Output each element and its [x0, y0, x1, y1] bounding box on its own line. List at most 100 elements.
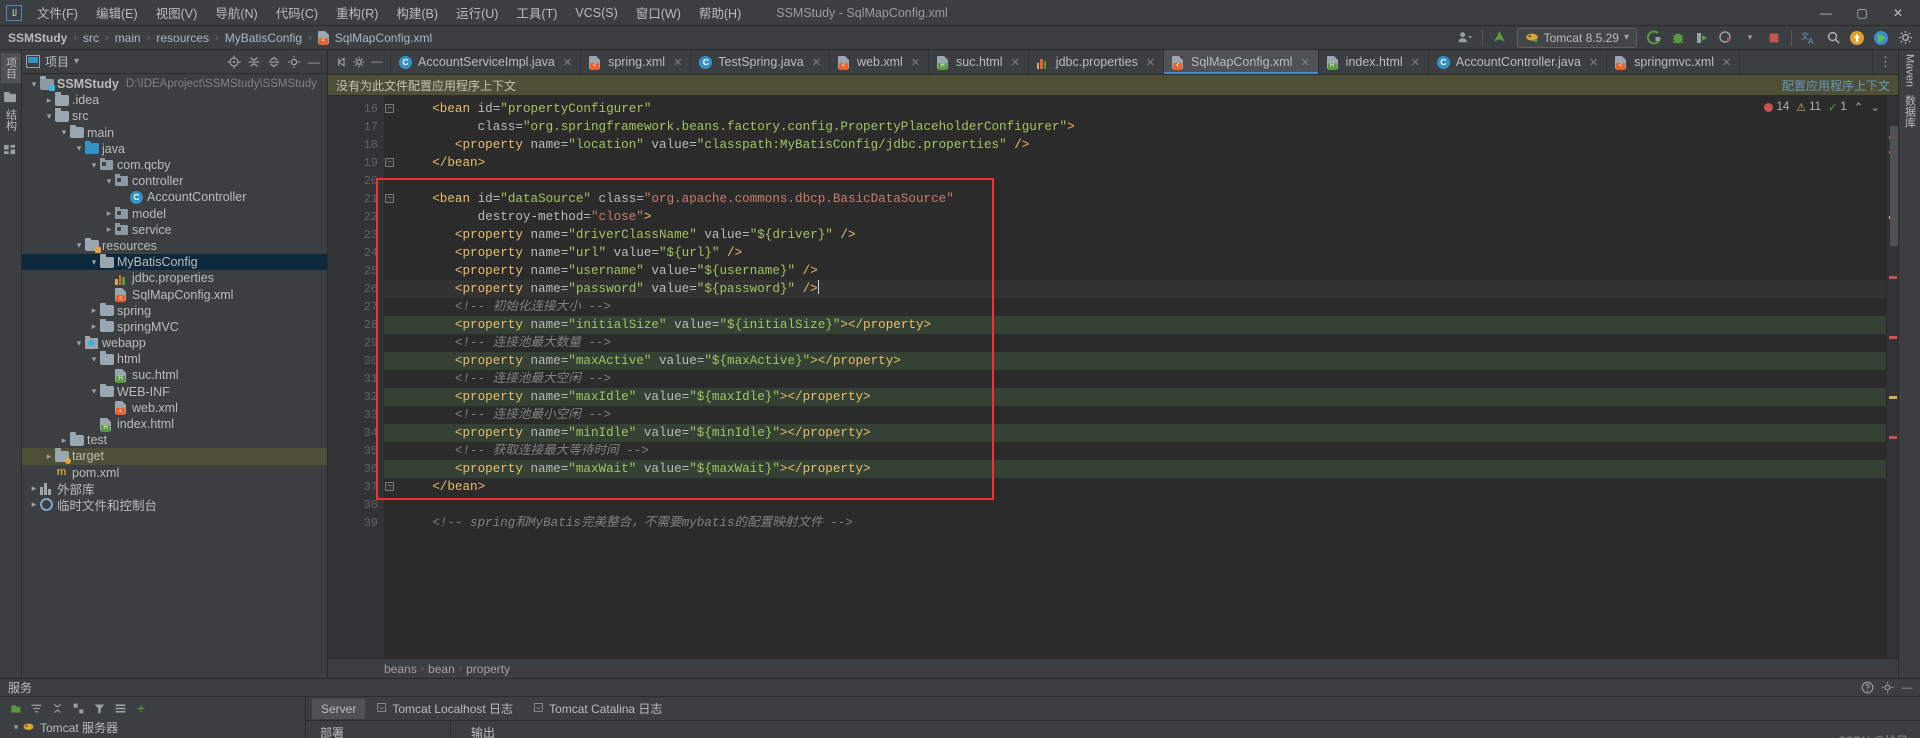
error-count[interactable]: 14 — [1764, 101, 1789, 113]
chevron-down-icon[interactable]: ▾ — [73, 143, 85, 154]
tree-node-index-html[interactable]: Hindex.html — [22, 416, 327, 432]
tree-node-spring[interactable]: ▸ spring — [22, 302, 327, 319]
chevron-down-icon[interactable]: ▾ — [103, 176, 115, 187]
tree-node-pom-xml[interactable]: m pom.xml — [22, 465, 327, 481]
hide-icon[interactable]: — — [305, 53, 323, 71]
tree-node--idea[interactable]: ▸ .idea — [22, 92, 327, 108]
menu-file[interactable]: 文件(F) — [28, 0, 87, 25]
tree-node-service[interactable]: ▸ service — [22, 222, 327, 238]
chevron-right-icon[interactable]: ▸ — [28, 483, 40, 494]
code-line[interactable]: <property name="maxActive" value="${maxA… — [384, 352, 1886, 370]
menu-tools[interactable]: 工具(T) — [507, 0, 566, 25]
translate-icon[interactable]: 文A — [1798, 27, 1820, 49]
tree-node-web-xml[interactable]: < web.xml — [22, 400, 327, 416]
settings-icon[interactable] — [351, 54, 367, 70]
error-marker[interactable] — [1889, 436, 1897, 439]
chevron-down-icon[interactable]: ▾ — [43, 111, 55, 122]
tree-node-web-inf[interactable]: ▾ WEB-INF — [22, 383, 327, 400]
locate-icon[interactable] — [225, 53, 243, 71]
chevron-right-icon[interactable]: ▸ — [88, 305, 100, 316]
error-marker[interactable] — [1889, 336, 1897, 339]
tree-node-model[interactable]: ▸ model — [22, 206, 327, 222]
code-line[interactable]: </bean> — [384, 478, 1886, 496]
editor-tab-index-html[interactable]: Hindex.html ✕ — [1319, 50, 1429, 74]
chevron-right-icon[interactable]: ▸ — [28, 499, 40, 510]
error-marker[interactable] — [1889, 276, 1897, 279]
tree-node-webapp[interactable]: ▾ webapp — [22, 335, 327, 351]
chevron-right-icon[interactable]: ▸ — [103, 208, 115, 219]
code-line[interactable]: <property name="maxIdle" value="${maxIdl… — [384, 388, 1886, 406]
tree-node-html[interactable]: ▾ html — [22, 351, 327, 367]
warning-marker[interactable] — [1889, 396, 1897, 399]
code-editor[interactable]: 16− 17 18 19− 20 21− 22 23 24 25 26 27 28 29 30 31 32 33 3… — [328, 96, 1898, 658]
menu-code[interactable]: 代码(C) — [267, 0, 327, 25]
code-line[interactable]: <!-- 连接池最大数量 --> — [384, 334, 1886, 352]
code-line[interactable]: <!-- 获取连接最大等待时间 --> — [384, 442, 1886, 460]
editor-tabs[interactable]: C AccountServiceImpl.java ✕ < spring.xml ✕ C Te… — [391, 50, 1872, 74]
collapse-icon[interactable] — [71, 701, 85, 715]
browser-icon[interactable] — [1870, 27, 1892, 49]
collapse-all-icon[interactable] — [265, 53, 283, 71]
menu-run[interactable]: 运行(U) — [447, 0, 507, 25]
code-line[interactable]: <bean id="dataSource" class="org.apache.… — [384, 190, 1886, 208]
tree-node-src[interactable]: ▾ src — [22, 108, 327, 124]
code-line[interactable]: <!-- 连接池最小空闲 --> — [384, 406, 1886, 424]
editor-tab-accountserviceimpl-java[interactable]: C AccountServiceImpl.java ✕ — [391, 50, 582, 74]
menu-help[interactable]: 帮助(H) — [690, 0, 750, 25]
editor-tab-jdbc-properties[interactable]: jdbc.properties ✕ — [1029, 50, 1165, 74]
deploy-icon[interactable] — [1846, 27, 1868, 49]
close-icon[interactable]: ✕ — [563, 56, 572, 69]
breadcrumb-item-project[interactable]: SSMStudy — [4, 30, 71, 46]
menu-build[interactable]: 构建(B) — [387, 0, 447, 25]
close-icon[interactable]: ✕ — [1146, 56, 1155, 69]
code-line[interactable]: <property name="url" value="${url}" /> — [384, 244, 1886, 262]
menu-refactor[interactable]: 重构(R) — [327, 0, 387, 25]
close-icon[interactable]: ✕ — [812, 56, 821, 69]
tree-node-sqlmapconfig-xml[interactable]: < SqlMapConfig.xml — [22, 286, 327, 303]
back-icon[interactable] — [333, 54, 349, 70]
code-line[interactable]: <!-- spring和MyBatis完美整合，不需要mybatis的配置映射文… — [384, 514, 1886, 532]
tree-node-jdbc-properties[interactable]: jdbc.properties — [22, 270, 327, 286]
editor-tab-testspring-java[interactable]: C TestSpring.java ✕ — [691, 50, 830, 74]
expand-icon[interactable] — [50, 701, 64, 715]
editor-breadcrumb-beans[interactable]: beans — [384, 662, 417, 676]
chevron-down-icon[interactable]: ▾ — [88, 160, 100, 171]
settings-icon[interactable] — [285, 53, 303, 71]
tool-window-project[interactable]: 项目 — [0, 53, 21, 83]
chevron-down-icon[interactable]: ▾ — [28, 79, 40, 90]
inspection-widget[interactable]: 14 ⚠ 11 ✓ 1 ⌃ ⌄ — [1764, 100, 1880, 114]
editor-scrollbar-thumb[interactable] — [1890, 126, 1898, 246]
code-line[interactable] — [384, 496, 1886, 514]
editor-tab-accountcontroller-java[interactable]: C AccountController.java ✕ — [1429, 50, 1608, 74]
chevron-right-icon[interactable]: ▸ — [88, 321, 100, 332]
build-icon[interactable] — [4, 142, 17, 155]
editor-tab-suc-html[interactable]: Hsuc.html ✕ — [929, 50, 1029, 74]
run-configuration-selector[interactable]: Tomcat 8.5.29 ▾ — [1516, 27, 1637, 48]
code-line[interactable]: <property name="driverClassName" value="… — [384, 226, 1886, 244]
editor-tab-web-xml[interactable]: < web.xml ✕ — [830, 50, 930, 74]
code-line[interactable]: destroy-method="close"> — [384, 208, 1886, 226]
project-tree[interactable]: ▾ SSMStudy D:\IDEAproject\SSMStudy\SSMStud… — [22, 74, 327, 678]
weak-warning-count[interactable]: ✓ 1 — [1828, 101, 1847, 114]
breadcrumb-item-file[interactable]: < SqlMapConfig.xml — [314, 30, 436, 46]
services-tree-node[interactable]: ▾ Tomcat 服务器 — [2, 719, 305, 735]
minimize-icon[interactable]: — — [369, 54, 385, 70]
chevron-right-icon[interactable]: ▸ — [43, 95, 55, 106]
group-icon[interactable] — [29, 701, 43, 715]
chevron-right-icon[interactable]: ▸ — [103, 224, 115, 235]
warning-count[interactable]: ⚠ 11 — [1796, 101, 1821, 114]
tool-window-maven[interactable]: Maven — [1904, 54, 1916, 87]
close-icon[interactable]: ✕ — [1011, 56, 1020, 69]
close-button[interactable]: ✕ — [1880, 0, 1916, 26]
editor-breadcrumb-property[interactable]: property — [466, 662, 510, 676]
close-icon[interactable]: ✕ — [1589, 56, 1598, 69]
notification-action-link[interactable]: 配置应用程序上下文 — [1782, 77, 1890, 94]
plus-icon[interactable]: + — [134, 700, 148, 716]
code-line[interactable] — [384, 172, 1886, 190]
code-line[interactable]: <property name="initialSize" value="${in… — [384, 316, 1886, 334]
user-icon[interactable] — [1454, 27, 1476, 49]
run-with-coverage-icon[interactable] — [1691, 27, 1713, 49]
breadcrumb-item-src[interactable]: src — [79, 30, 103, 46]
code-line[interactable]: <property name="minIdle" value="${minIdl… — [384, 424, 1886, 442]
tree-node--[interactable]: ▸ 临时文件和控制台 — [22, 497, 327, 513]
